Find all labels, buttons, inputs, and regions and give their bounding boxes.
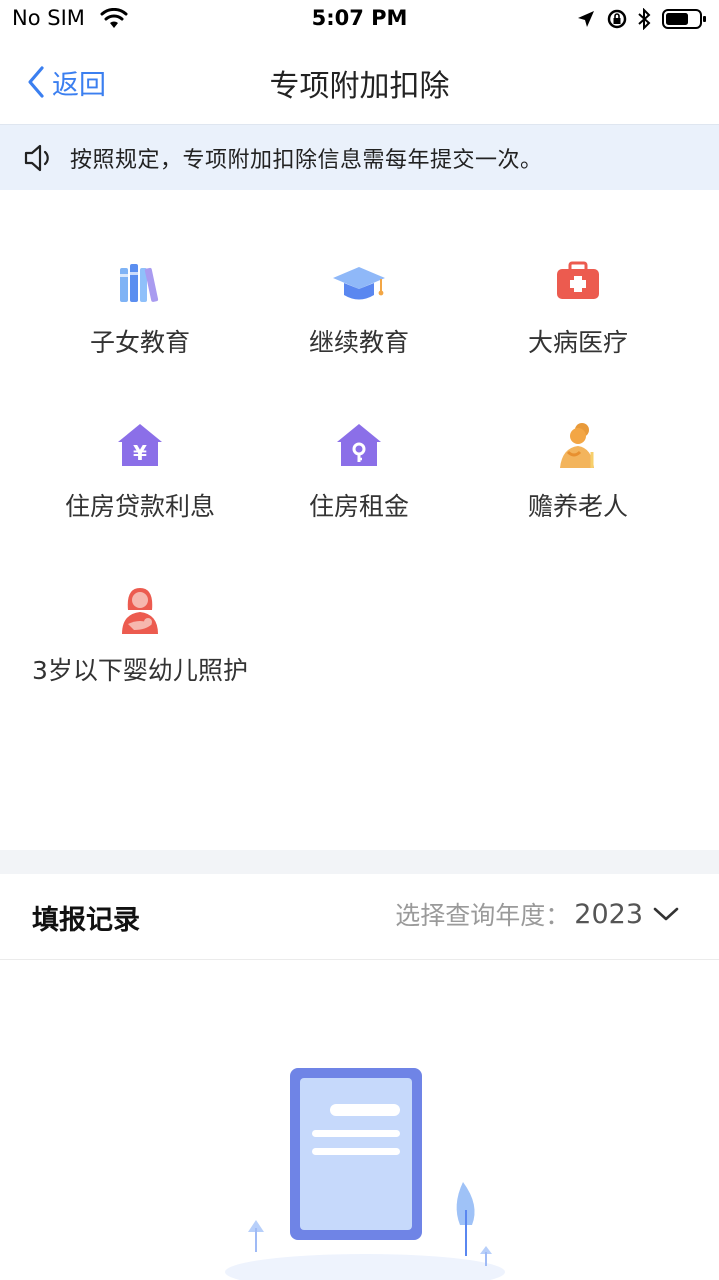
notice-banner: 按照规定，专项附加扣除信息需每年提交一次。 xyxy=(0,124,719,190)
deduction-label: 住房租金 xyxy=(308,492,409,521)
deduction-label: 赡养老人 xyxy=(527,492,628,521)
empty-document-illustration xyxy=(225,1068,505,1280)
year-selector-value: 2023 xyxy=(574,898,643,930)
deduction-item-infant-care[interactable]: 3岁以下婴幼儿照护 xyxy=(20,582,260,692)
deduction-item-child-education[interactable]: 子女教育 xyxy=(20,254,260,364)
records-header: 填报记录 选择查询年度： 2023 xyxy=(0,874,719,960)
deduction-label: 住房贷款利息 xyxy=(64,492,215,521)
location-arrow-icon xyxy=(578,11,594,27)
page: No SIM 5:07 PM 返回 专项附加扣除 按照规定，专项附加扣除信息需每… xyxy=(0,0,719,1280)
house-yuan-icon: ¥ xyxy=(118,424,162,466)
deduction-item-continuing-education[interactable]: 继续教育 xyxy=(239,254,479,364)
records-title: 填报记录 xyxy=(32,905,140,936)
status-bar: No SIM 5:07 PM xyxy=(0,0,719,40)
bluetooth-icon xyxy=(638,8,651,30)
navigation-bar: 返回 专项附加扣除 xyxy=(0,40,719,124)
chevron-down-icon xyxy=(653,907,679,921)
mother-baby-icon xyxy=(122,588,158,634)
house-key-icon xyxy=(337,424,381,466)
medical-kit-icon xyxy=(557,261,599,299)
deduction-item-elderly-support[interactable]: 赡养老人 xyxy=(458,418,698,528)
deduction-item-housing-loan-interest[interactable]: ¥ 住房贷款利息 xyxy=(20,418,260,528)
svg-text:¥: ¥ xyxy=(133,441,147,465)
books-icon xyxy=(120,264,159,302)
deduction-grid: 子女教育 继续教育 大病医疗 ¥ 住房贷款利息 住房租金 赡养老人 3岁以下婴幼… xyxy=(0,190,719,850)
year-selector-label: 选择查询年度： xyxy=(395,901,571,930)
section-divider xyxy=(0,850,719,874)
speaker-icon xyxy=(24,144,49,171)
orientation-lock-icon xyxy=(607,9,627,29)
elderly-person-icon xyxy=(560,423,594,468)
deduction-item-housing-rent[interactable]: 住房租金 xyxy=(239,418,479,528)
battery-icon xyxy=(662,9,706,29)
page-title: 专项附加扣除 xyxy=(269,69,450,104)
notice-text: 按照规定，专项附加扣除信息需每年提交一次。 xyxy=(70,147,543,173)
graduation-cap-icon xyxy=(333,267,385,300)
deduction-label: 3岁以下婴幼儿照护 xyxy=(32,656,248,685)
deduction-label: 子女教育 xyxy=(89,328,190,357)
deduction-label: 大病医疗 xyxy=(527,328,628,357)
year-selector[interactable]: 选择查询年度： 2023 xyxy=(395,896,679,932)
deduction-item-serious-illness[interactable]: 大病医疗 xyxy=(458,254,698,364)
deduction-label: 继续教育 xyxy=(308,328,409,357)
